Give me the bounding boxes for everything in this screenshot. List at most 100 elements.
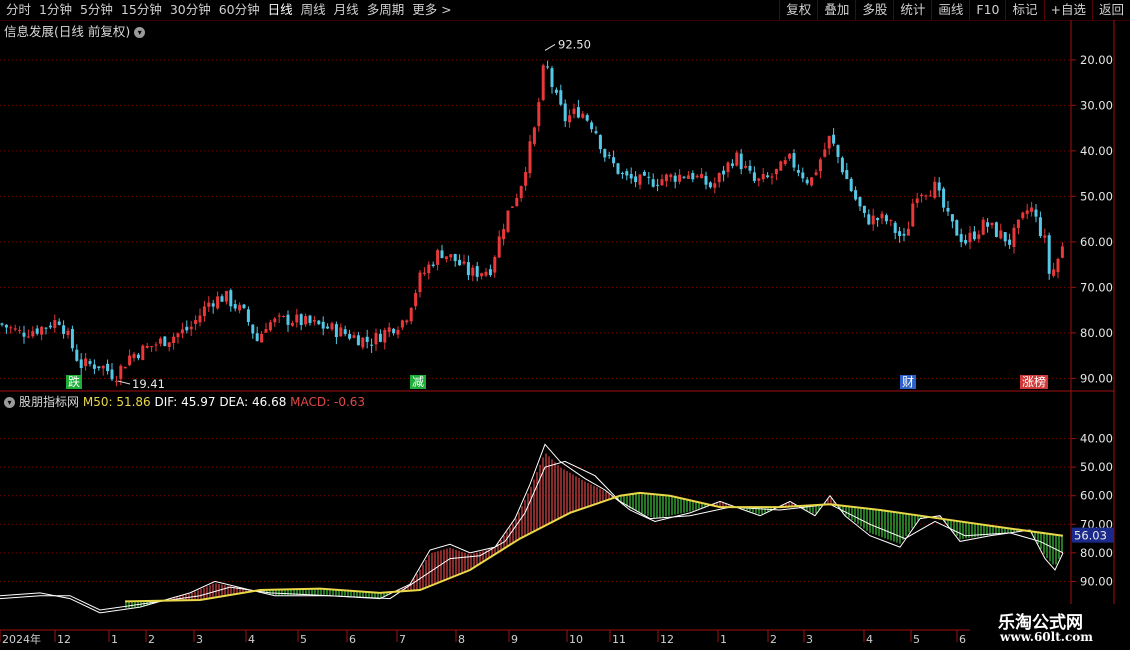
period-tab-4[interactable]: 30分钟: [166, 0, 215, 20]
candle-body: [409, 307, 413, 322]
candle-body: [550, 68, 554, 87]
date-label: 2: [148, 633, 155, 646]
candle-body: [713, 183, 717, 188]
candle-body: [726, 162, 730, 173]
candle-body: [708, 182, 712, 188]
candle-body: [48, 325, 52, 328]
period-tab-3[interactable]: 15分钟: [117, 0, 166, 20]
period-tab-1[interactable]: 1分钟: [35, 0, 76, 20]
candle-body: [972, 231, 976, 240]
low-label: 19.41: [132, 377, 165, 391]
candle-body: [145, 345, 149, 348]
period-tab-7[interactable]: 周线: [297, 0, 330, 20]
period-tab-2[interactable]: 5分钟: [76, 0, 117, 20]
date-label: 6: [349, 633, 356, 646]
candle-body: [603, 149, 607, 158]
action-buttons: 复权 叠加 多股 统计 画线 F10 标记 +自选 返回: [779, 0, 1130, 20]
candle-body: [1016, 219, 1020, 229]
event-marker-label: 涨榜: [1022, 374, 1046, 389]
candle-body: [1030, 207, 1034, 212]
candle-body: [642, 171, 646, 176]
toolbar-button-3[interactable]: 统计: [893, 0, 931, 20]
toolbar-button-5[interactable]: F10: [969, 0, 1005, 20]
candle-body: [321, 321, 325, 329]
high-label: 92.50: [558, 37, 591, 51]
candle-body: [119, 365, 123, 380]
candle-body: [396, 329, 400, 335]
candle-body: [189, 326, 193, 330]
y-tick-label: 70.00: [1080, 280, 1113, 294]
candle-body: [238, 304, 242, 311]
candle-body: [832, 134, 836, 144]
toolbar-button-8[interactable]: 返回: [1091, 0, 1130, 20]
candle-body: [774, 168, 778, 175]
indicator-y-tick-label: 80.00: [1080, 546, 1113, 560]
period-tab-9[interactable]: 多周期: [363, 0, 409, 20]
candle-body: [220, 296, 224, 302]
period-tab-6[interactable]: 日线: [264, 0, 297, 20]
candle-body: [75, 349, 79, 361]
candle-body: [427, 264, 431, 274]
candle-body: [84, 358, 88, 367]
candle-body: [1008, 239, 1012, 245]
chart-canvas[interactable]: 90.00 80.00 70.00 60.00 50.00 40.00 30.00 20.00…: [0, 20, 1130, 650]
candle-body: [796, 170, 800, 173]
candle-body: [612, 157, 616, 164]
candle-body: [629, 174, 633, 179]
period-tab-0[interactable]: 分时: [2, 0, 35, 20]
candle-body: [880, 213, 884, 219]
candle-body: [242, 304, 246, 309]
candle-body: [651, 179, 655, 187]
candle-body: [400, 320, 404, 328]
y-tick-label: 60.00: [1080, 235, 1113, 249]
candle-body: [1056, 258, 1060, 273]
candle-body: [1047, 235, 1051, 274]
candle-body: [858, 197, 862, 207]
candle-body: [792, 153, 796, 168]
candle-body: [559, 90, 563, 105]
candle-body: [682, 176, 686, 178]
candle-body: [163, 336, 167, 346]
candle-body: [18, 330, 22, 332]
date-label: 5: [913, 633, 920, 646]
candle-body: [436, 250, 440, 265]
indicator-y-tick-label: 50.00: [1080, 460, 1113, 474]
candle-body: [840, 157, 844, 173]
candle-body: [22, 332, 26, 337]
candle-body: [933, 181, 937, 198]
low-pointer: [117, 380, 131, 385]
toolbar-button-7[interactable]: +自选: [1043, 0, 1092, 20]
toolbar-button-1[interactable]: 叠加: [817, 0, 855, 20]
candle-body: [339, 327, 343, 337]
candle-body: [1003, 232, 1007, 242]
period-tab-10[interactable]: 更多 >: [408, 0, 455, 20]
candle-body: [387, 327, 391, 332]
candle-body: [814, 172, 818, 175]
candle-body: [260, 333, 264, 343]
candle-body: [581, 113, 585, 118]
period-tab-5[interactable]: 60分钟: [215, 0, 264, 20]
candle-body: [902, 233, 906, 236]
candle-body: [845, 170, 849, 180]
candle-body: [871, 215, 875, 225]
candle-body: [568, 115, 572, 123]
candle-body: [370, 344, 374, 346]
candle-body: [361, 337, 365, 348]
candle-body: [488, 269, 492, 276]
candle-body: [304, 316, 308, 325]
candle-body: [185, 326, 189, 331]
candle-body: [994, 222, 998, 237]
candle-body: [286, 314, 290, 325]
toolbar-button-4[interactable]: 画线: [931, 0, 969, 20]
candle-body: [752, 172, 756, 181]
period-tab-8[interactable]: 月线: [330, 0, 363, 20]
toolbar-button-0[interactable]: 复权: [779, 0, 817, 20]
candle-body: [867, 214, 871, 225]
candle-body: [224, 291, 228, 302]
candle-body: [616, 163, 620, 174]
candle-body: [150, 346, 154, 348]
candle-body: [928, 195, 932, 197]
candle-body: [849, 178, 853, 192]
toolbar-button-6[interactable]: 标记: [1005, 0, 1043, 20]
toolbar-button-2[interactable]: 多股: [855, 0, 893, 20]
